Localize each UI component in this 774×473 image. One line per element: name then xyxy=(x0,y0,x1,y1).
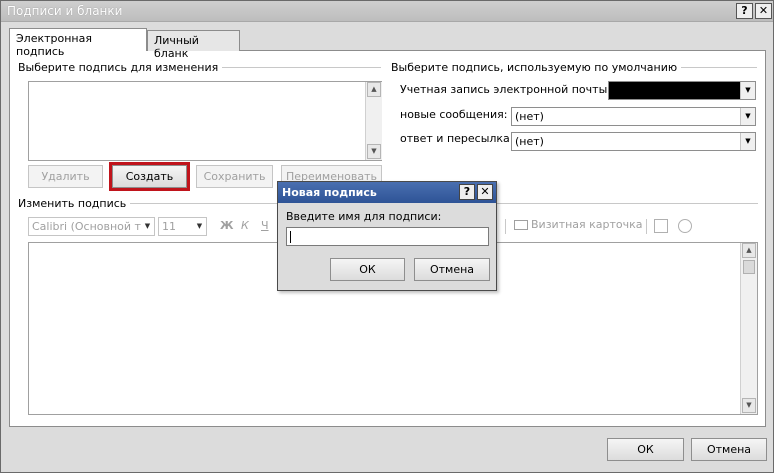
help-button[interactable]: ? xyxy=(736,3,753,19)
replies-value: (нет) xyxy=(515,135,544,148)
toolbar-separator xyxy=(505,219,506,234)
delete-button[interactable]: Удалить xyxy=(28,165,103,188)
signature-list[interactable]: ▲ ▼ xyxy=(28,81,382,161)
new-messages-value: (нет) xyxy=(515,110,544,123)
account-select[interactable]: ▼ xyxy=(608,81,756,100)
edit-group-title: Изменить подпись xyxy=(18,197,131,210)
popup-title-bar[interactable]: Новая подпись ? ✕ xyxy=(278,182,496,203)
chevron-down-icon[interactable]: ▼ xyxy=(740,82,755,99)
replies-select[interactable]: (нет) ▼ xyxy=(511,132,756,151)
bold-button[interactable]: Ж xyxy=(220,219,233,232)
font-size-select[interactable]: 11 ▼ xyxy=(158,217,207,236)
replies-label: ответ и пересылка: xyxy=(400,132,514,145)
business-card-label: Визитная карточка xyxy=(531,218,643,231)
ok-button[interactable]: ОК xyxy=(607,438,684,461)
chevron-down-icon[interactable]: ▼ xyxy=(193,218,206,235)
popup-close-button[interactable]: ✕ xyxy=(477,184,493,200)
italic-button[interactable]: К xyxy=(241,219,249,232)
chevron-down-icon[interactable]: ▼ xyxy=(740,108,755,125)
signature-list-scrollbar[interactable]: ▲ ▼ xyxy=(365,82,382,160)
tab-email-signature[interactable]: Электронная подпись xyxy=(9,28,147,58)
new-signature-dialog: Новая подпись ? ✕ Введите имя для подпис… xyxy=(277,181,497,291)
toolbar-separator xyxy=(646,219,647,234)
text-caret xyxy=(290,231,291,243)
business-card-icon xyxy=(514,220,528,230)
font-value: Calibri (Основной те xyxy=(32,220,148,233)
save-button[interactable]: Сохранить xyxy=(196,165,273,188)
popup-ok-button[interactable]: ОК xyxy=(330,258,405,281)
new-messages-select[interactable]: (нет) ▼ xyxy=(511,107,756,126)
tab-personal-stationery[interactable]: Личный бланк xyxy=(147,30,240,60)
signature-name-input[interactable] xyxy=(286,227,489,246)
picture-icon[interactable] xyxy=(654,219,668,233)
popup-cancel-button[interactable]: Отмена xyxy=(414,258,490,281)
popup-prompt: Введите имя для подписи: xyxy=(286,210,442,223)
font-size-value: 11 xyxy=(162,220,176,233)
default-group-title: Выберите подпись, используемую по умолча… xyxy=(391,61,682,74)
editor-scrollbar[interactable]: ▲ ▼ xyxy=(740,243,757,414)
popup-help-button[interactable]: ? xyxy=(459,184,475,200)
chevron-down-icon[interactable]: ▼ xyxy=(141,218,154,235)
scroll-thumb[interactable] xyxy=(743,260,755,274)
cancel-button[interactable]: Отмена xyxy=(691,438,767,461)
scroll-up-icon[interactable]: ▲ xyxy=(742,243,756,258)
chevron-down-icon[interactable]: ▼ xyxy=(740,133,755,150)
account-label: Учетная запись электронной почты: xyxy=(400,83,611,96)
title-bar[interactable]: Подписи и бланки ? ✕ xyxy=(1,1,773,22)
popup-title: Новая подпись xyxy=(282,186,377,199)
new-messages-label: новые сообщения: xyxy=(400,108,508,121)
close-button[interactable]: ✕ xyxy=(755,3,772,19)
select-group-title: Выберите подпись для изменения xyxy=(18,61,223,74)
create-button[interactable]: Создать xyxy=(109,162,190,191)
font-select[interactable]: Calibri (Основной те ▼ xyxy=(28,217,155,236)
business-card-button[interactable]: Визитная карточка xyxy=(514,218,643,231)
scroll-up-icon[interactable]: ▲ xyxy=(367,82,381,97)
scroll-down-icon[interactable]: ▼ xyxy=(367,144,381,159)
scroll-down-icon[interactable]: ▼ xyxy=(742,398,756,413)
window-title: Подписи и бланки xyxy=(7,4,123,18)
hyperlink-icon[interactable] xyxy=(678,219,692,233)
underline-button[interactable]: Ч xyxy=(261,219,269,232)
